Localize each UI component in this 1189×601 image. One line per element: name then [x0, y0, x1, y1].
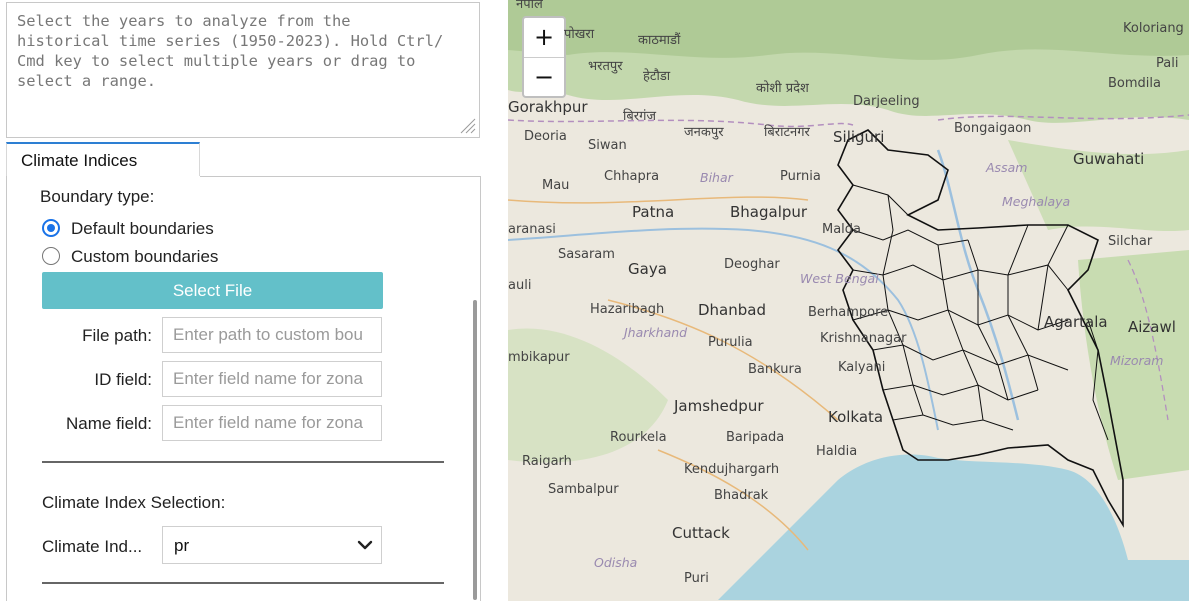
map-label-aizawl: Aizawl [1128, 318, 1176, 336]
map-label-bhadrak: Bhadrak [714, 488, 769, 503]
section-divider [42, 461, 444, 463]
map-label-bhagalpur: Bhagalpur [730, 203, 808, 221]
radio-custom-boundaries[interactable] [42, 247, 60, 265]
map-label-bomdila: Bomdila [1108, 76, 1161, 91]
map-label-patna: Patna [632, 203, 675, 221]
year-selection-description: Select the years to analyze from the his… [17, 12, 444, 90]
zoom-control: + − [522, 16, 566, 98]
map-label-kendujhargarh: Kendujhargarh [684, 462, 780, 477]
tab-label: Climate Indices [21, 151, 138, 170]
map-label-bharatpur: भरतपुर [588, 59, 623, 74]
map-label-bihar: Bihar [700, 170, 733, 185]
map-label-deoghar: Deoghar [724, 257, 780, 272]
map-label-pali: Pali [1156, 56, 1179, 71]
map-label-siliguri: Siliguri [833, 128, 885, 146]
id-field-input[interactable] [162, 361, 382, 397]
climate-index-value: pr [174, 536, 190, 555]
panel-border-right [480, 176, 481, 601]
map-label-kalyani: Kalyani [838, 360, 886, 375]
panel-scrollbar[interactable] [473, 300, 477, 600]
map-label-deoria: Deoria [524, 129, 567, 144]
map-label-krishnanagar: Krishnanagar [820, 331, 907, 346]
year-selection-description-box[interactable]: Select the years to analyze from the his… [6, 2, 480, 138]
map-label-birgunj: बिरगंज [623, 109, 657, 124]
map-label-sambalpur: Sambalpur [548, 482, 619, 497]
map-label-baripada: Baripada [726, 430, 785, 445]
map-label-purulia: Purulia [708, 335, 753, 350]
map-label-purnia: Purnia [780, 169, 821, 184]
map-label-sasaram: Sasaram [558, 247, 615, 262]
map-label-gaya: Gaya [628, 260, 667, 278]
map-label-bankura: Bankura [748, 362, 802, 377]
map-view[interactable]: + − नेपाल पोखरा काठमाडौं भरतपुर हेटौडा क… [508, 0, 1189, 601]
map-label-berhampore: Berhampore [808, 305, 889, 320]
name-field-input[interactable] [162, 405, 382, 441]
map-label-koshi: कोशी प्रदेश [756, 81, 809, 96]
map-label-hazaribagh: Hazaribagh [590, 302, 665, 317]
name-field-label: Name field: [66, 414, 152, 433]
map-label-puri: Puri [684, 571, 709, 586]
zoom-out-button[interactable]: − [524, 58, 564, 97]
section-divider-bottom [42, 582, 444, 584]
map-label-agartala: Agartala [1044, 313, 1108, 331]
map-label-mau: Mau [542, 178, 570, 193]
map-label-jharkhand: Jharkhand [624, 325, 688, 340]
boundary-type-label: Boundary type: [40, 187, 155, 206]
map-label-hetauda: हेटौडा [643, 69, 671, 84]
map-label-assam: Assam [986, 160, 1028, 175]
map-label-malda: Malda [822, 222, 862, 237]
select-file-button[interactable]: Select File [42, 272, 383, 309]
file-path-input[interactable] [162, 317, 382, 353]
map-label-auli: auli [508, 278, 532, 293]
map-label-mizoram: Mizoram [1110, 353, 1164, 368]
map-label-rourkela: Rourkela [610, 430, 667, 445]
map-label-kolkata: Kolkata [828, 408, 884, 426]
map-label-varanasi: aranasi [508, 222, 556, 237]
left-panel: Select the years to analyze from the his… [0, 0, 498, 601]
map-label-meghalaya: Meghalaya [1002, 194, 1071, 209]
map-label-guwahati: Guwahati [1073, 150, 1145, 168]
map-label-dhanbad: Dhanbad [698, 301, 766, 319]
map-label-siwan: Siwan [588, 138, 627, 153]
zoom-in-button[interactable]: + [524, 18, 564, 58]
map-label-odisha: Odisha [594, 555, 638, 570]
map-label-chhapra: Chhapra [604, 169, 660, 184]
climate-index-section-label: Climate Index Selection: [42, 493, 226, 512]
map-label-gorakhpur: Gorakhpur [508, 98, 588, 116]
climate-index-select[interactable]: pr [162, 526, 382, 564]
map-label-cuttack: Cuttack [672, 524, 730, 542]
map-label-west-bengal: West Bengal [800, 271, 879, 286]
map-label-kathmandu: काठमाडौं [638, 33, 681, 48]
map-label-biratnagar: बिराटनगर [764, 125, 810, 140]
map-label-janakpur: जनकपुर [684, 125, 724, 140]
file-path-label: File path: [82, 326, 152, 345]
chevron-down-icon [357, 540, 373, 550]
map-label-bongaigaon: Bongaigaon [954, 121, 1032, 136]
map-label-haldia: Haldia [816, 444, 858, 459]
panel-border-left [6, 176, 7, 601]
map-base-layer [508, 0, 1189, 601]
map-label-pokhara: पोखरा [564, 27, 595, 42]
radio-custom-label[interactable]: Custom boundaries [71, 247, 218, 267]
id-field-label: ID field: [94, 370, 152, 389]
map-label-ambikapur: mbikapur [508, 350, 570, 365]
map-label-darjeeling: Darjeeling [853, 94, 920, 109]
map-label-nepal: नेपाल [516, 0, 543, 12]
tab-baseline [200, 176, 481, 177]
radio-default-label[interactable]: Default boundaries [71, 219, 214, 239]
map-label-jamshedpur: Jamshedpur [674, 397, 764, 415]
tab-climate-indices[interactable]: Climate Indices [6, 142, 200, 176]
radio-default-boundaries[interactable] [42, 219, 60, 237]
map-label-raigarh: Raigarh [522, 454, 572, 469]
climate-index-label: Climate Ind... [42, 537, 143, 556]
map-label-silchar: Silchar [1108, 234, 1153, 249]
resize-grip-icon[interactable] [456, 114, 476, 134]
map-label-koloriang: Koloriang [1123, 21, 1184, 36]
